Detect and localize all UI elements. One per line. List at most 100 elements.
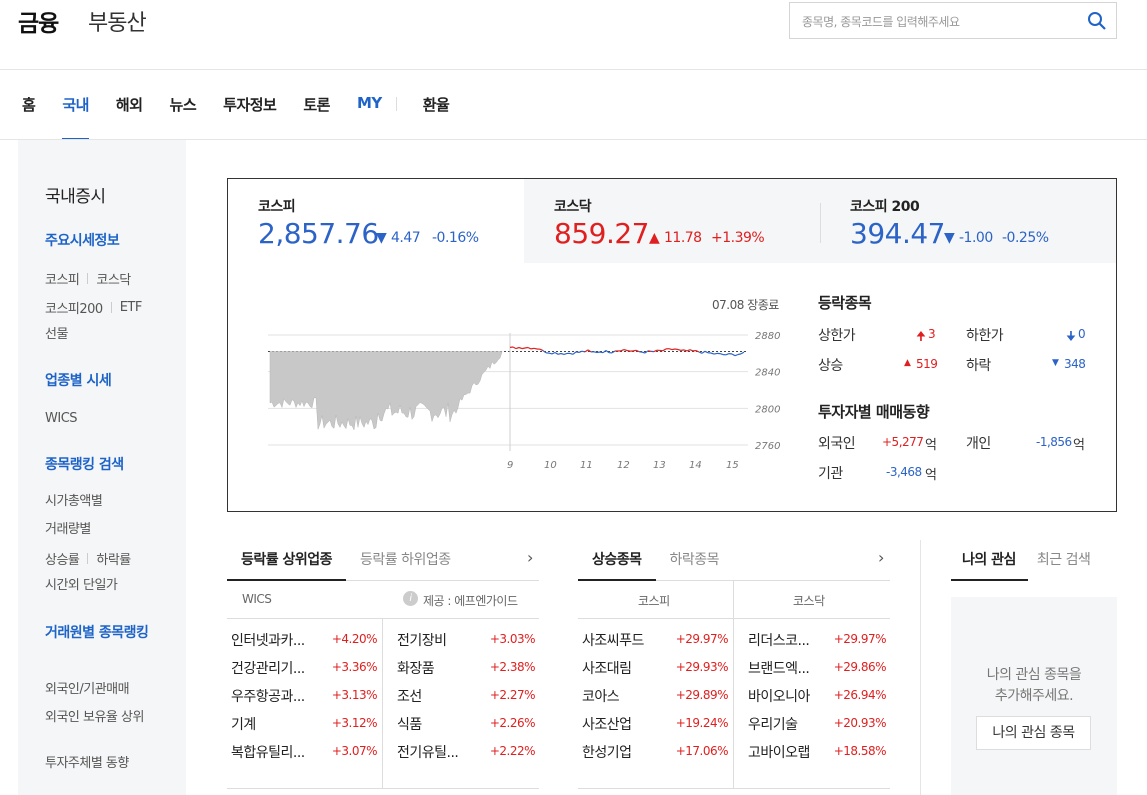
- tab-bottom-sectors[interactable]: 등락률 하위업종: [346, 540, 465, 580]
- sector-name[interactable]: 우주항공과...: [231, 686, 305, 714]
- nav-news[interactable]: 뉴스: [170, 94, 197, 140]
- chevron-right-icon[interactable]: ›: [527, 548, 533, 567]
- tab-kosdaq[interactable]: 코스닥 859.27 ▲ 11.78 +1.39%: [524, 179, 820, 263]
- stock-name[interactable]: 한성기업: [582, 742, 632, 770]
- nav-domestic[interactable]: 국내: [62, 94, 89, 140]
- price-line-down: [575, 351, 580, 353]
- tab-kospi[interactable]: 코스피 2,857.76 ▼ 4.47 -0.16%: [228, 179, 524, 263]
- sector-name[interactable]: 기계: [231, 714, 256, 742]
- stock-name[interactable]: 코아스: [582, 686, 620, 714]
- tab-divider: [820, 203, 821, 243]
- nav-exchange-rate[interactable]: 환율: [423, 94, 450, 140]
- search-input[interactable]: 종목명, 종목코드를 입력해주세요: [802, 13, 960, 30]
- chevron-right-icon[interactable]: ›: [878, 548, 884, 567]
- sector-rate: +2.26%: [489, 716, 536, 730]
- tab-my-watchlist[interactable]: 나의 관심: [951, 540, 1028, 581]
- sector-name[interactable]: 복합유틸리...: [231, 742, 305, 770]
- sidebar-item-after-hours[interactable]: 시간외 단일가: [45, 577, 165, 595]
- stock-name[interactable]: 리더스코...: [748, 630, 810, 658]
- price-line-down: [719, 353, 724, 356]
- sidebar-item-kosdaq[interactable]: 코스닥: [96, 269, 131, 288]
- sidebar-item-etf[interactable]: ETF: [120, 300, 143, 315]
- sidebar-item-foreign-inst[interactable]: 외국인/기관매매: [45, 681, 165, 699]
- sidebar-item-volume[interactable]: 거래량별: [45, 521, 165, 539]
- sidebar: 국내증시 주요시세정보 코스피 코스닥 코스피200 ETF 선물 업종별 시세…: [18, 140, 186, 795]
- sector-name[interactable]: 전기유틸...: [397, 742, 459, 770]
- tab-top-sectors[interactable]: 등락률 상위업종: [227, 540, 347, 581]
- sidebar-item-kospi[interactable]: 코스피: [45, 269, 80, 288]
- sidebar-section-sector[interactable]: 업종별 시세: [45, 371, 165, 391]
- sector-rate: +4.20%: [331, 632, 378, 646]
- nav-home[interactable]: 홈: [22, 94, 36, 140]
- sidebar-item-losers[interactable]: 하락률: [96, 549, 131, 568]
- price-line-up: [671, 348, 676, 351]
- sector-name[interactable]: 전기장비: [397, 630, 447, 658]
- nav-overseas[interactable]: 해외: [116, 94, 143, 140]
- sidebar-item-investor-trend[interactable]: 투자주체별 동향: [45, 755, 165, 773]
- price-line-up: [662, 348, 667, 352]
- nav-my[interactable]: MY: [357, 94, 382, 140]
- sidebar-item-foreign-holding[interactable]: 외국인 보유율 상위: [45, 709, 165, 727]
- sidebar-section-market[interactable]: 주요시세정보: [45, 231, 165, 251]
- institution-label: 기관: [818, 466, 843, 482]
- intraday-chart[interactable]: 2880 2840 2800 2760 9 10 11 12 13 14 15: [258, 319, 788, 479]
- sector-name[interactable]: 화장품: [397, 658, 435, 686]
- add-watchlist-button[interactable]: 나의 관심 종목: [976, 716, 1091, 750]
- price-line-down: [557, 352, 562, 355]
- search-box[interactable]: 종목명, 종목코드를 입력해주세요: [789, 2, 1117, 39]
- sector-rate: +3.13%: [331, 688, 378, 702]
- watchlist-message-line: 나의 관심 종목을: [986, 667, 1082, 683]
- up-arrow-icon: ▲: [904, 358, 911, 368]
- watchlist-empty: 나의 관심 종목을 추가해주세요. 나의 관심 종목: [951, 597, 1117, 795]
- stock-name[interactable]: 사조산업: [582, 714, 632, 742]
- upper-limit-label: 상한가: [818, 328, 856, 344]
- sidebar-item-gainers[interactable]: 상승률: [45, 549, 80, 568]
- stock-name[interactable]: 우리기술: [748, 714, 798, 742]
- stock-name[interactable]: 사조대림: [582, 658, 632, 686]
- price-line-down: [740, 351, 745, 355]
- index-change: 11.78: [664, 230, 702, 246]
- sidebar-item-market-cap[interactable]: 시가총액별: [45, 493, 165, 511]
- stock-rate: +19.24%: [675, 716, 729, 730]
- nav-discussion[interactable]: 토론: [303, 94, 330, 140]
- unit-label: 억: [925, 438, 937, 453]
- search-icon[interactable]: [1086, 10, 1108, 32]
- brand-logo[interactable]: 금융: [18, 4, 59, 38]
- column-divider: [382, 619, 383, 789]
- price-line-down: [734, 353, 739, 357]
- sector-tabs: 등락률 상위업종 등락률 하위업종 ›: [227, 540, 539, 581]
- realestate-link[interactable]: 부동산: [88, 5, 147, 37]
- stock-name[interactable]: 바이오니아: [748, 686, 810, 714]
- tab-rising-stocks[interactable]: 상승종목: [578, 540, 656, 581]
- x-tick-label: 12: [617, 460, 630, 471]
- sector-name[interactable]: 건강관리기...: [231, 658, 305, 686]
- sidebar-item-kospi200[interactable]: 코스피200: [45, 298, 103, 317]
- stock-name[interactable]: 사조씨푸드: [582, 630, 644, 658]
- sector-name[interactable]: 식품: [397, 714, 422, 742]
- sidebar-item-futures[interactable]: 선물: [45, 326, 165, 344]
- sidebar-section-ranking[interactable]: 종목랭킹 검색: [45, 455, 165, 475]
- down-arrow-icon: 🠋: [1066, 329, 1076, 343]
- sector-name[interactable]: 조선: [397, 686, 422, 714]
- tab-falling-stocks[interactable]: 하락종목: [656, 540, 734, 580]
- sector-name[interactable]: 인터넷과카...: [231, 630, 305, 658]
- price-line-down: [638, 351, 643, 353]
- watch-tabs: 나의 관심 최근 검색: [951, 540, 1117, 581]
- info-icon[interactable]: i: [403, 591, 418, 606]
- x-tick-label: 10: [544, 460, 557, 471]
- nav-investment-info[interactable]: 투자정보: [223, 94, 277, 140]
- sidebar-title: 국내증시: [45, 187, 106, 207]
- sidebar-section-broker[interactable]: 거래원별 종목랭킹: [45, 623, 165, 643]
- price-line-down: [713, 352, 718, 355]
- sidebar-item-wics[interactable]: WICS: [45, 410, 165, 428]
- tab-kospi200[interactable]: 코스피 200 394.47 ▼ -1.00 -0.25%: [820, 179, 1116, 263]
- price-line-down: [599, 351, 604, 354]
- tab-recent-search[interactable]: 최근 검색: [1028, 540, 1091, 580]
- chart-date: 07.08 장종료: [712, 298, 779, 312]
- stock-name[interactable]: 고바이오랩: [748, 742, 810, 770]
- price-line-up: [686, 349, 691, 352]
- stock-name[interactable]: 브랜드엑...: [748, 658, 810, 686]
- stock-rate: +29.97%: [675, 632, 729, 646]
- sidebar-divider: [87, 553, 89, 564]
- breadth-grid: 상한가 🠉 3 하한가 🠋 0 상승 ▲ 519 하락 ▼ 348: [818, 325, 1098, 385]
